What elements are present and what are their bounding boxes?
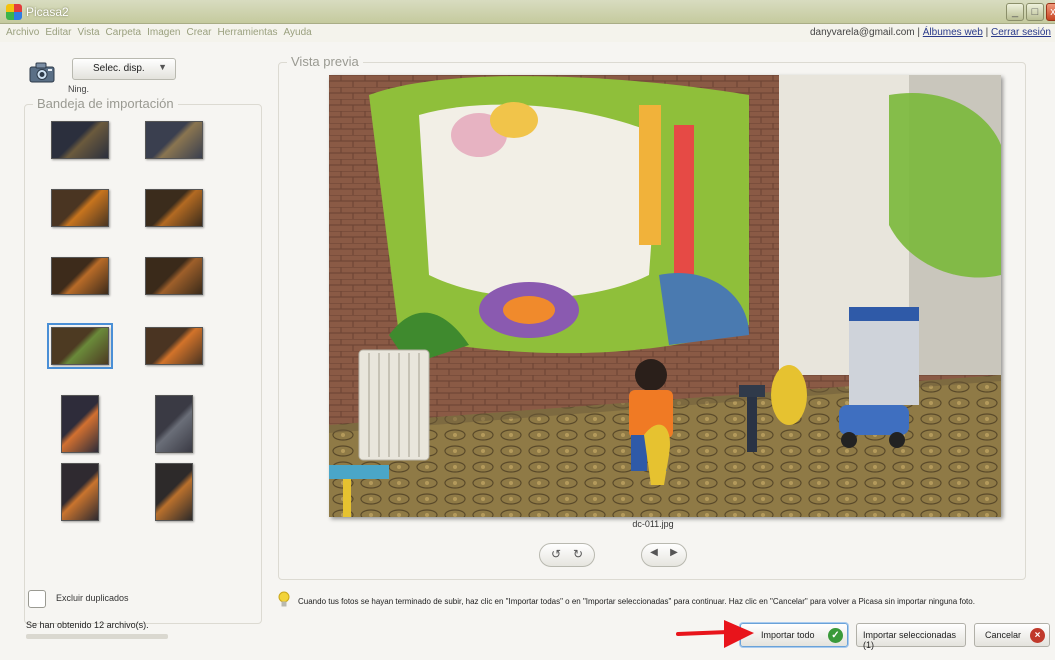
account-separator: | [917, 27, 920, 38]
chevron-down-icon: ▼ [158, 62, 167, 72]
device-select[interactable]: Selec. disp. ▼ [72, 58, 176, 80]
import-selected-label: Importar seleccionadas (1) [863, 630, 957, 650]
lightbulb-icon [278, 591, 290, 607]
account-separator: | [985, 27, 989, 38]
thumbnail[interactable] [51, 121, 109, 159]
thumbnail[interactable] [51, 189, 109, 227]
preview-panel: Vista previa dc-011.jpg ↺ ↻ ◀ ▶ [278, 54, 1026, 580]
thumbnail[interactable] [155, 463, 193, 521]
minimize-button[interactable]: _ [1006, 3, 1024, 21]
check-icon: ✓ [828, 628, 843, 643]
menu-vista[interactable]: Vista [77, 27, 99, 38]
import-all-label: Importar todo [761, 630, 815, 640]
red-arrow-annotation [676, 620, 754, 648]
import-all-button[interactable]: Importar todo ✓ [740, 623, 848, 647]
cancel-button[interactable]: Cancelar × [974, 623, 1050, 647]
rotate-left-button[interactable]: ↺ [546, 547, 566, 561]
title-bar: Picasa2 _ □ x [0, 0, 1055, 24]
navigation-controls: ◀ ▶ [641, 543, 687, 567]
maximize-button[interactable]: □ [1026, 3, 1044, 21]
window-title: Picasa2 [26, 5, 69, 19]
account-email: danyvarela@gmail.com [809, 27, 915, 38]
menu-herramientas[interactable]: Herramientas [218, 27, 278, 38]
preview-filename: dc-011.jpg [632, 519, 674, 529]
thumbnail[interactable] [145, 189, 203, 227]
thumbnail[interactable] [61, 463, 99, 521]
thumbnail[interactable] [47, 323, 113, 369]
import-tray-title: Bandeja de importación [33, 96, 178, 111]
menu-editar[interactable]: Editar [45, 27, 71, 38]
import-view: Selec. disp. ▼ Ning. Bandeja de importac… [0, 42, 1055, 660]
cancel-label: Cancelar [985, 630, 1022, 640]
menu-carpeta[interactable]: Carpeta [106, 27, 142, 38]
device-status: Ning. [68, 84, 90, 94]
menu-imagen[interactable]: Imagen [147, 27, 180, 38]
thumbnail[interactable] [155, 395, 193, 453]
thumbnail[interactable] [51, 257, 109, 295]
thumbnail[interactable] [145, 121, 203, 159]
menu-ayuda[interactable]: Ayuda [284, 27, 312, 38]
menu-items: Archivo Editar Vista Carpeta Imagen Crea… [6, 27, 318, 38]
camera-icon [29, 62, 55, 83]
import-tray: Bandeja de importación [24, 96, 262, 624]
device-select-label: Selec. disp. [93, 63, 145, 74]
menu-crear[interactable]: Crear [186, 27, 211, 38]
cancel-icon: × [1030, 628, 1045, 643]
thumbnail[interactable] [145, 257, 203, 295]
preview-title: Vista previa [287, 54, 363, 69]
import-progress-bar [26, 634, 168, 639]
account-bar: danyvarela@gmail.com | Álbumes web | Cer… [810, 27, 1051, 38]
web-albums-link[interactable]: Álbumes web [923, 27, 983, 38]
previous-photo-button[interactable]: ◀ [644, 547, 664, 558]
menu-bar: Archivo Editar Vista Carpeta Imagen Crea… [0, 24, 1055, 42]
preview-photo [329, 75, 1001, 517]
instructions-text: Cuando tus fotos se hayan terminado de s… [298, 597, 975, 606]
exclude-duplicates-label: Excluir duplicados [56, 593, 129, 603]
exclude-duplicates-checkbox[interactable] [28, 590, 46, 608]
close-window-button[interactable]: x [1046, 3, 1055, 21]
thumbnail[interactable] [145, 327, 203, 365]
files-status: Se han obtenido 12 archivo(s). [26, 620, 149, 630]
next-photo-button[interactable]: ▶ [664, 547, 684, 558]
thumbnail[interactable] [61, 395, 99, 453]
picasa-logo-icon [6, 4, 22, 20]
rotate-right-button[interactable]: ↻ [568, 547, 588, 561]
sign-out-link[interactable]: Cerrar sesión [991, 27, 1051, 38]
menu-archivo[interactable]: Archivo [6, 27, 39, 38]
import-selected-button[interactable]: Importar seleccionadas (1) [856, 623, 966, 650]
rotate-controls: ↺ ↻ [539, 543, 595, 567]
